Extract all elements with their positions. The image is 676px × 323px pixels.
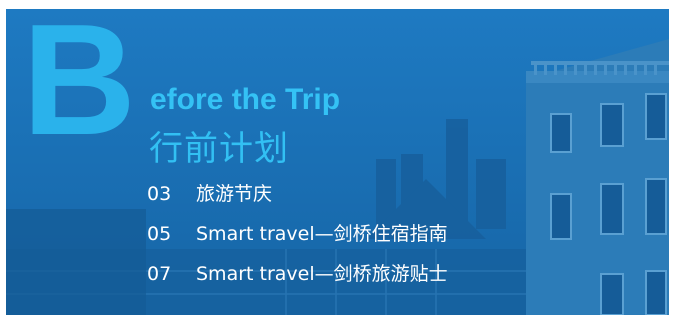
toc-item[interactable]: 05 Smart travel—剑桥住宿指南: [147, 219, 448, 259]
toc-item[interactable]: 07 Smart travel—剑桥旅游贴士: [147, 259, 448, 299]
section-title-chinese: 行前计划: [149, 129, 289, 169]
section-title-english: efore the Trip: [150, 83, 341, 116]
page: B efore the Trip 行前计划 03 旅游节庆 05 Smart t…: [0, 0, 676, 323]
toc-item-label: 旅游节庆: [196, 183, 273, 205]
toc-item-label: Smart travel—剑桥住宿指南: [196, 223, 448, 245]
table-of-contents: 03 旅游节庆 05 Smart travel—剑桥住宿指南 07 Smart …: [147, 179, 448, 299]
toc-page-number: 07: [147, 263, 172, 285]
cover-banner: B efore the Trip 行前计划 03 旅游节庆 05 Smart t…: [6, 9, 669, 315]
decorative-letter-b: B: [22, 9, 136, 168]
toc-page-number: 03: [147, 183, 172, 205]
toc-item-label: Smart travel—剑桥旅游贴士: [196, 263, 448, 285]
toc-page-number: 05: [147, 223, 172, 245]
toc-item[interactable]: 03 旅游节庆: [147, 179, 448, 219]
